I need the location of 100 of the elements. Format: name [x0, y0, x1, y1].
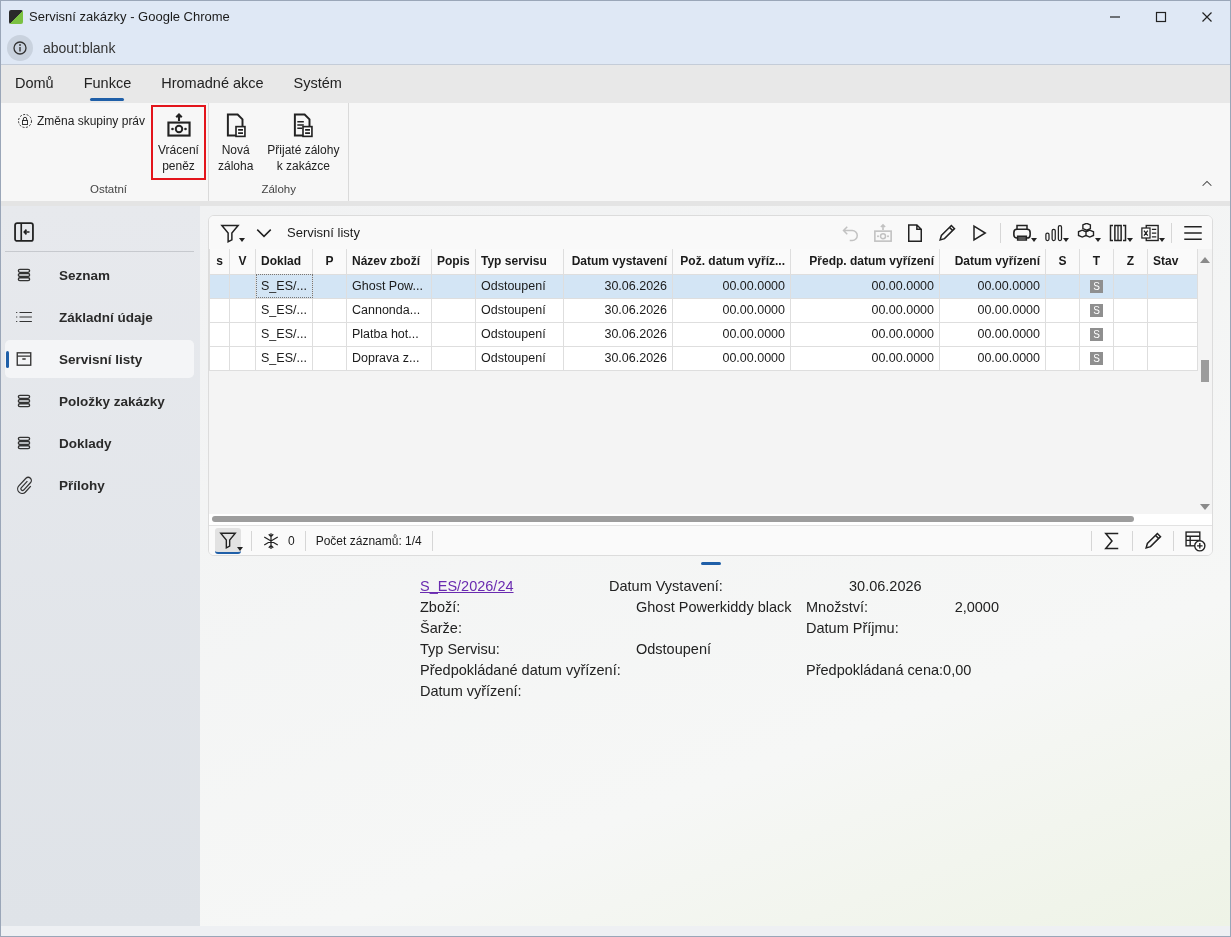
column-header[interactable]: Popis [431, 249, 476, 274]
table-cell: 00.00.0000 [790, 322, 940, 346]
table-cell: 00.00.0000 [672, 322, 791, 346]
table-cell: S_ES/... [255, 346, 313, 370]
pencil-icon[interactable] [1143, 530, 1163, 551]
ribbon-tab[interactable]: Systém [284, 65, 351, 103]
column-header[interactable]: P [312, 249, 347, 274]
snowflake-icon[interactable] [262, 531, 280, 550]
column-header[interactable]: Z [1113, 249, 1148, 274]
field-value: Ghost Powerkiddy black [636, 598, 792, 615]
field-label: Datum Příjmu: [806, 619, 899, 636]
scroll-down-arrow[interactable] [1200, 504, 1210, 510]
table-cell: Doprava z... [346, 346, 432, 370]
column-header[interactable]: Typ servisu [475, 249, 564, 274]
table-cell: 30.06.2026 [563, 322, 673, 346]
table-cell: 00.00.0000 [939, 298, 1046, 322]
table-cell: 00.00.0000 [672, 298, 791, 322]
type-badge: S [1090, 328, 1103, 341]
ribbon-tab[interactable]: Domů [6, 65, 63, 103]
field-value: Odstoupení [636, 640, 711, 657]
column-header[interactable]: Datum vyřízení [939, 249, 1046, 274]
table-cell: Odstoupení [475, 298, 564, 322]
type-badge: S [1090, 352, 1103, 365]
column-header[interactable]: S [1045, 249, 1080, 274]
type-badge: S [1090, 304, 1103, 317]
sidebar-item[interactable]: Seznam [5, 256, 194, 294]
column-header[interactable]: Název zboží [346, 249, 432, 274]
table-cell: Odstoupení [475, 322, 564, 346]
lock-icon [17, 113, 33, 129]
column-header[interactable]: V [229, 249, 256, 274]
column-header[interactable]: Doklad [255, 249, 313, 274]
sidebar-item[interactable]: Základní údaje [5, 298, 194, 336]
sidebar-item[interactable]: Položky zakázky [5, 382, 194, 420]
table-cell: 30.06.2026 [563, 274, 673, 298]
excel-icon[interactable] [1140, 222, 1160, 243]
sidebar-item[interactable]: Doklady [5, 424, 194, 462]
money-icon [165, 112, 192, 138]
box-icon [15, 350, 33, 368]
table-cell: 00.00.0000 [790, 274, 940, 298]
table-cell: 00.00.0000 [939, 274, 1046, 298]
table-cell: S_ES/... [255, 322, 313, 346]
record-count: Počet záznamů: 1/4 [315, 533, 422, 548]
field-label: Datum vyřízení: [420, 682, 522, 699]
field-label: Předpokládané datum vyřízení: [420, 661, 621, 678]
ribbon-button[interactable]: Nová záloha [212, 107, 259, 178]
collapse-panel-icon[interactable] [13, 220, 35, 243]
address-field[interactable]: about:blank [43, 40, 116, 56]
new-document-icon[interactable] [905, 222, 925, 243]
ribbon-button[interactable]: Vrácení peněz [153, 107, 204, 178]
splitter-handle[interactable] [700, 562, 721, 565]
group-label: Zálohy [260, 183, 297, 197]
ribbon-button[interactable]: Přijaté zálohy k zakázce [262, 107, 345, 178]
stack-icon [15, 434, 33, 452]
column-header[interactable]: T [1079, 249, 1114, 274]
field-label: Typ Servisu: [420, 640, 500, 657]
column-header[interactable]: Datum vystavení [563, 249, 673, 274]
field-label: Množství: [806, 598, 869, 615]
table-cell: 00.00.0000 [790, 346, 940, 370]
table-cell: 00.00.0000 [790, 298, 940, 322]
table-cell: Platba hot... [346, 322, 432, 346]
field-value: 2,0000 [954, 598, 999, 615]
scrollbar-thumb[interactable] [1201, 360, 1209, 382]
field-value: 30.06.2026 [849, 577, 922, 594]
table-cell: 30.06.2026 [563, 346, 673, 370]
stack-icon [15, 266, 33, 284]
scroll-up-arrow[interactable] [1200, 257, 1210, 263]
printer-icon[interactable] [1012, 222, 1032, 243]
app-logo-icon [9, 9, 23, 24]
ribbon-tab[interactable]: Funkce [74, 65, 141, 103]
column-header[interactable]: Stav [1147, 249, 1198, 274]
type-badge: S [1090, 280, 1103, 293]
scrollbar-thumb[interactable] [212, 516, 1134, 522]
pencil-icon[interactable] [937, 222, 957, 243]
frozen-count: 0 [288, 533, 295, 548]
grid-title: Servisní listy [287, 225, 360, 240]
document-link[interactable]: S_ES/2026/24 [420, 577, 514, 594]
sidebar-item[interactable]: Servisní listy [5, 340, 194, 378]
column-header[interactable]: Pož. datum vyříz... [672, 249, 791, 274]
table-cell: Cannonda... [346, 298, 432, 322]
table-cell: 00.00.0000 [672, 346, 791, 370]
window-title: Servisní zakázky - Google Chrome [29, 9, 230, 24]
info-icon[interactable] [12, 40, 28, 56]
column-header[interactable]: Předp. datum vyřízení [790, 249, 940, 274]
sidebar-item[interactable]: Přílohy [5, 466, 194, 504]
field-label: Předpokládaná cena: [806, 661, 944, 678]
ribbon-tab[interactable]: Hromadné akce [152, 65, 273, 103]
field-label: Zboží: [420, 598, 461, 615]
field-label: Datum Vystavení: [609, 577, 723, 594]
ribbon-button[interactable]: Změna skupiny práv [13, 107, 150, 135]
filter-icon[interactable] [220, 222, 240, 243]
table-cell: 00.00.0000 [672, 274, 791, 298]
field-value: 0,00 [943, 661, 972, 678]
add-table-icon[interactable] [1184, 529, 1206, 552]
columns-icon[interactable] [1108, 222, 1128, 243]
table-cell: 30.06.2026 [563, 298, 673, 322]
column-header[interactable]: s [209, 249, 230, 274]
filter-icon[interactable] [219, 530, 237, 549]
bar-chart-icon[interactable] [1044, 222, 1064, 243]
table-cell: Odstoupení [475, 274, 564, 298]
group-label: Ostatní [88, 183, 128, 197]
